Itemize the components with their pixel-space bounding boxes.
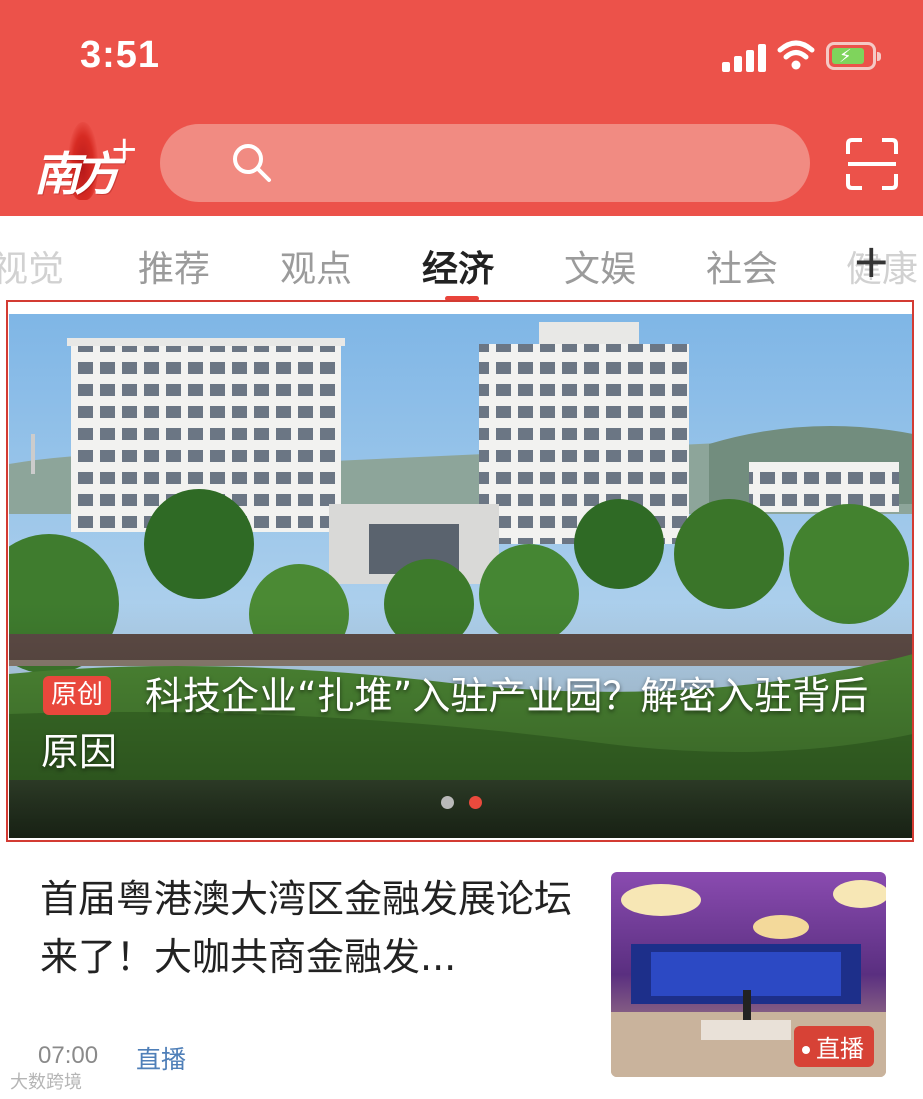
tab-opinion[interactable]: 观点 [280, 240, 352, 292]
logo-plus: + [110, 129, 139, 169]
search-icon [233, 144, 271, 182]
highlight-frame [6, 300, 914, 842]
live-dot-icon [802, 1046, 810, 1054]
channel-tabs: 视觉 推荐 观点 经济 文娱 社会 健康 + [0, 216, 923, 308]
news-live-tag[interactable]: 直播 [136, 1040, 186, 1076]
signal-icon [722, 44, 768, 72]
tab-visual[interactable]: 视觉 [0, 240, 64, 292]
app-header: 3:51 ⚡ 南方 + [0, 0, 923, 216]
tab-entertainment[interactable]: 文娱 [564, 240, 636, 292]
tab-society[interactable]: 社会 [706, 240, 778, 292]
news-time: 07:00 [38, 1042, 99, 1069]
news-title: 首届粤港澳大湾区金融发展论坛来了！大咖共商金融发... [40, 877, 573, 979]
add-channel-icon[interactable]: + [852, 238, 891, 284]
news-list-item[interactable]: 首届粤港澳大湾区金融发展论坛来了！大咖共商金融发... 07:00 直播 直播 [0, 850, 923, 1099]
scan-icon[interactable] [846, 138, 898, 190]
battery-charging-icon: ⚡ [826, 42, 881, 70]
wifi-icon [777, 40, 815, 70]
tab-recommend[interactable]: 推荐 [138, 240, 210, 292]
tab-economy[interactable]: 经济 [422, 240, 494, 292]
live-badge-label: 直播 [816, 1035, 864, 1063]
status-time: 3:51 [80, 34, 161, 76]
search-input[interactable] [160, 124, 810, 202]
live-badge: 直播 [794, 1026, 874, 1067]
news-thumbnail[interactable]: 直播 [611, 872, 886, 1077]
logo-text: 南方 [34, 147, 120, 201]
watermark: 大数跨境 [10, 1072, 82, 1093]
